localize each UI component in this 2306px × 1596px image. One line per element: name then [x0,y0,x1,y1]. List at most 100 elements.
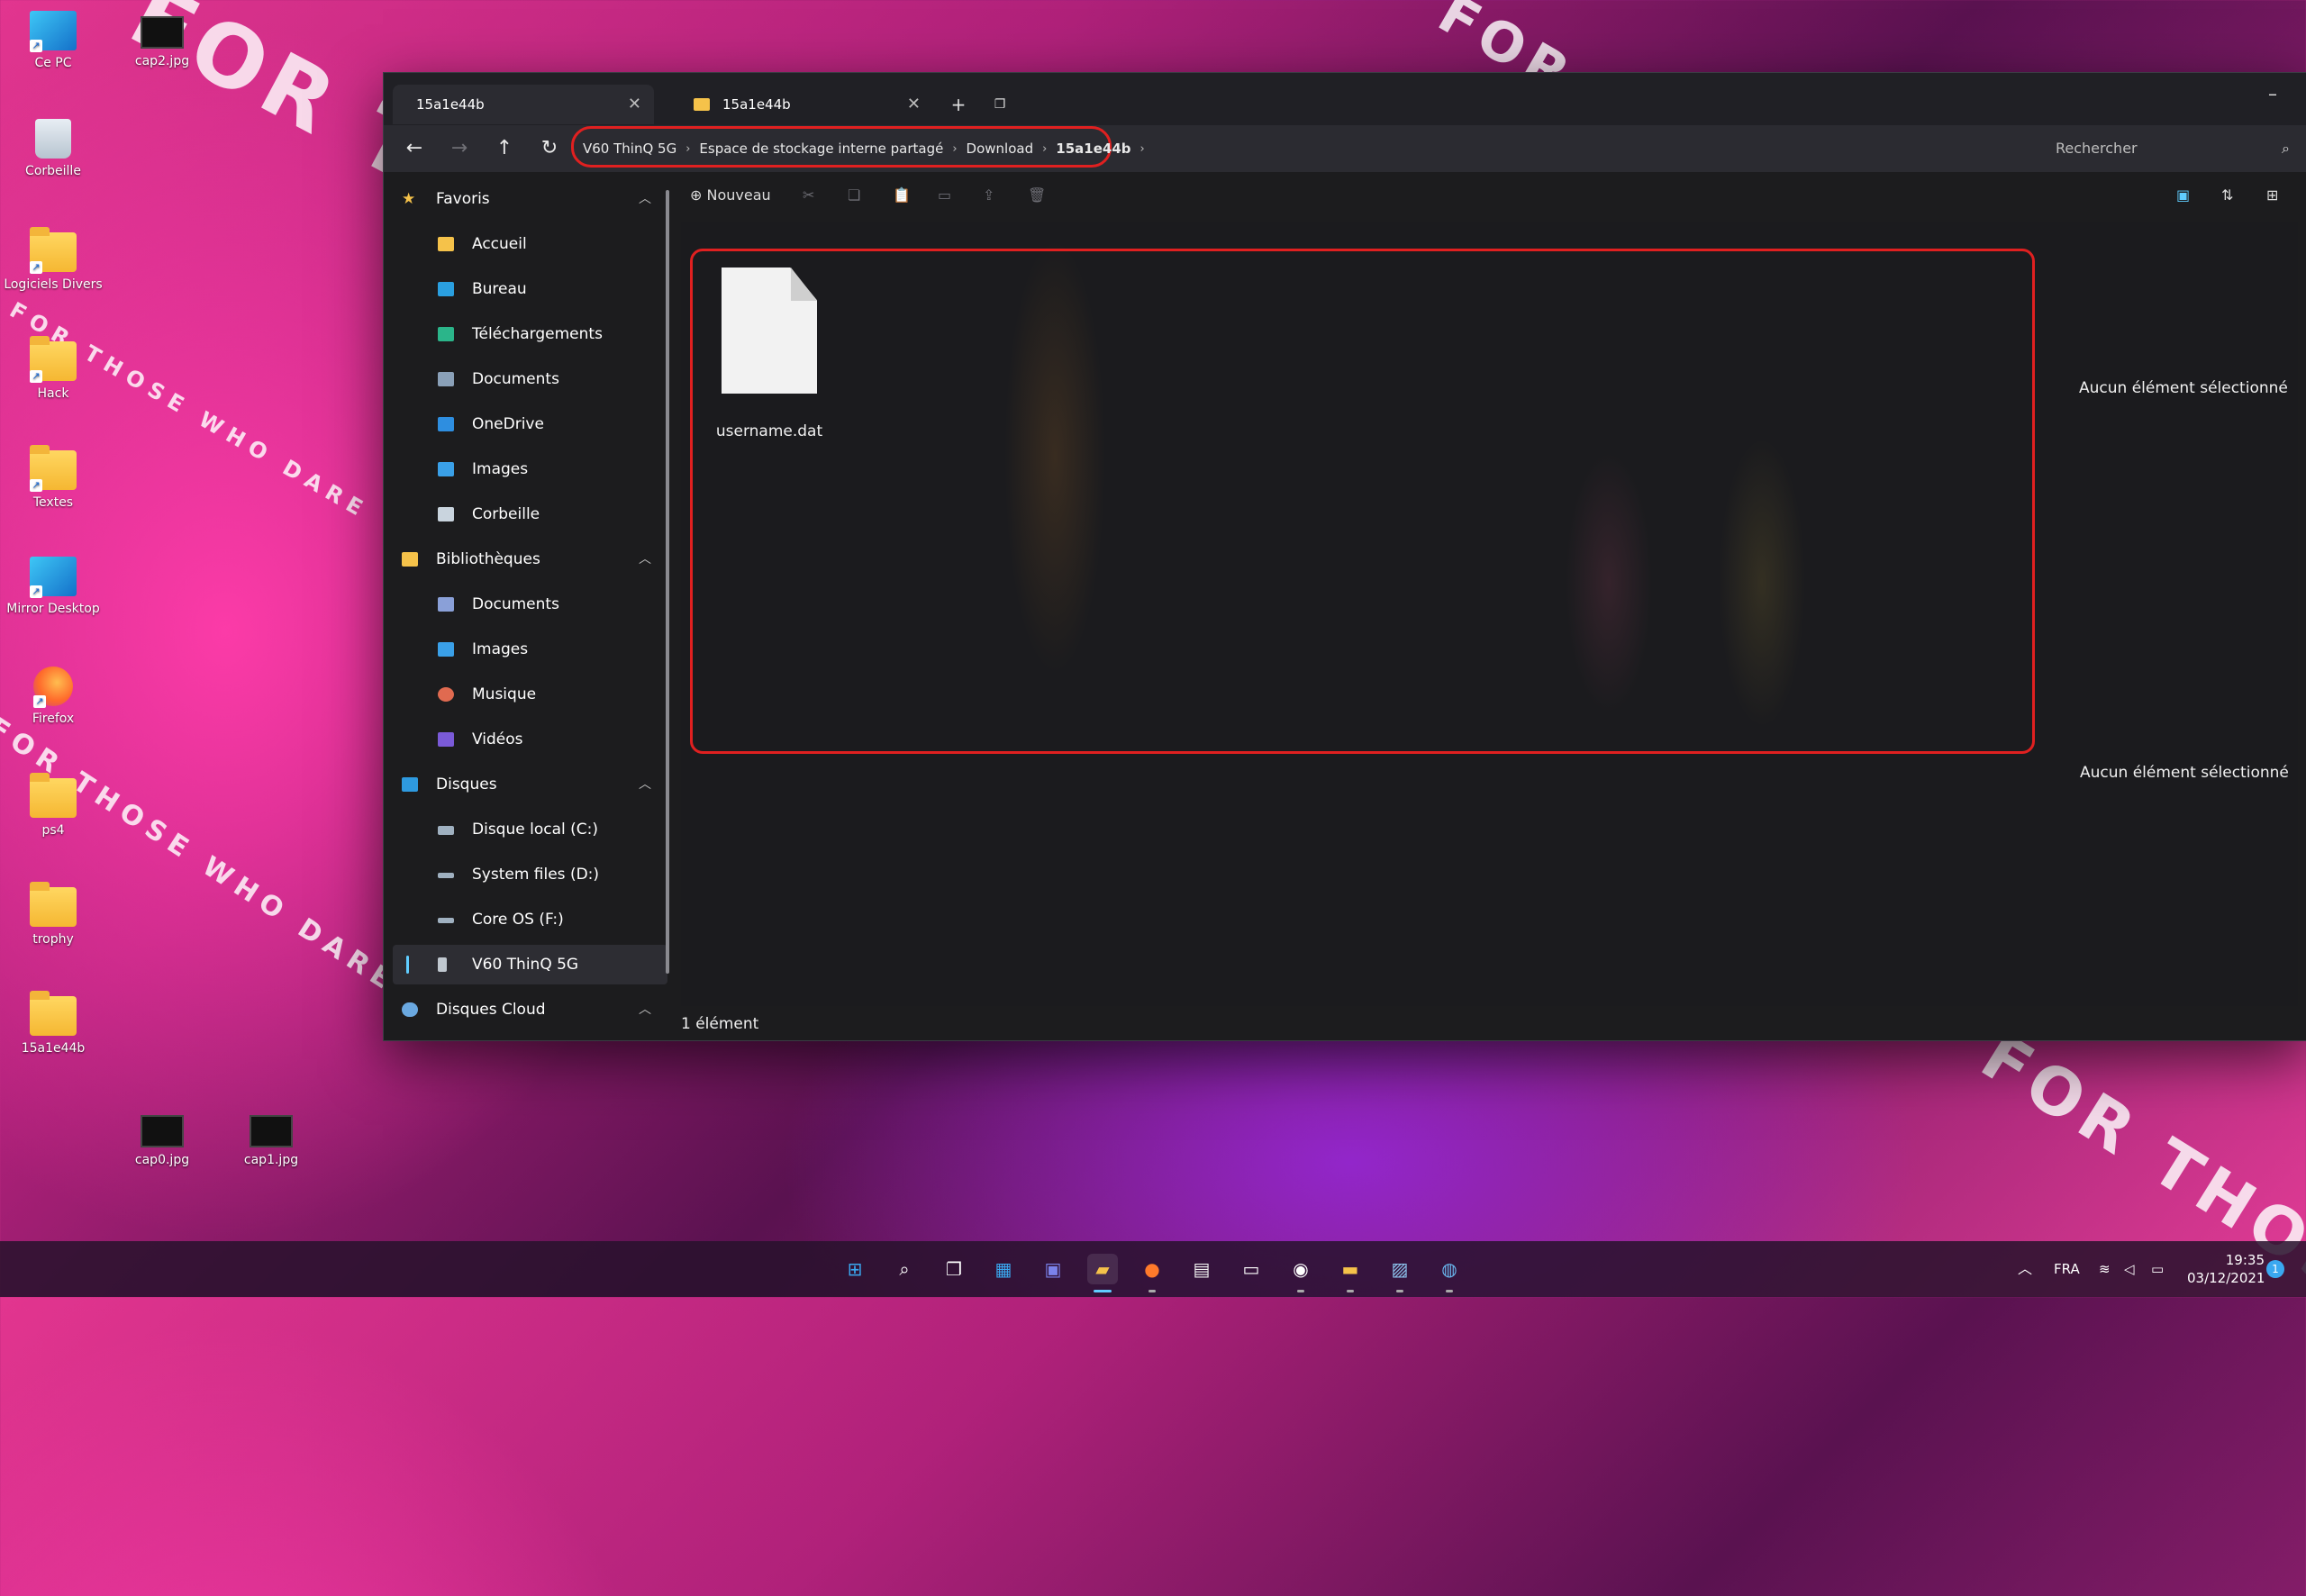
duplicate-tab-icon[interactable]: ❐ [985,89,1015,120]
sidebar-item-label: Documents [472,370,559,388]
desktop-icon-firefox[interactable]: ↗ Firefox [4,667,103,726]
sidebar-item-images[interactable]: Images [384,449,667,489]
details-pane-text: Aucun élément sélectionné [2079,379,2288,397]
desktop-icon-ce-pc[interactable]: ↗ Ce PC [4,11,103,70]
firefox-icon[interactable]: ● [1137,1254,1167,1284]
paste-icon[interactable]: 📋 [893,186,911,204]
desktop-icon-mirror-desktop[interactable]: ↗ Mirror Desktop [4,557,103,616]
recycle-bin-icon [438,507,454,521]
desktop-icon-logiciels-divers[interactable]: ↗ Logiciels Divers [4,227,103,292]
battery-icon[interactable]: ▭ [2151,1241,2164,1297]
tab-15a1e44b-active[interactable]: 15a1e44b ✕ [393,85,654,124]
remote-desktop-icon[interactable]: ▨ [1385,1254,1415,1284]
forward-arrow-icon[interactable]: → [443,132,476,165]
sidebar-group-bibliotheques[interactable]: Bibliothèques ︿ [384,540,667,579]
sidebar-group-favoris[interactable]: ★ Favoris ︿ [384,179,667,219]
sidebar-item-documents[interactable]: Documents [384,359,667,399]
running-indicator [1347,1290,1354,1292]
sidebar-group-disques-cloud[interactable]: Disques Cloud ︿ [384,990,667,1029]
search-input[interactable]: Rechercher ⌕ [2041,132,2302,165]
chevron-up-icon: ︿ [639,1002,651,1017]
sidebar-item-lib-images[interactable]: Images [384,630,667,669]
sidebar-item-disk-c[interactable]: Disque local (C:) [384,810,667,849]
desktop-icon-label: ps4 [41,823,65,838]
close-tab-icon[interactable]: ✕ [628,85,641,124]
breadcrumb-item[interactable]: Download [961,141,1040,157]
desktop-icon-corbeille[interactable]: Corbeille [4,119,103,178]
sidebar-item-lib-musique[interactable]: Musique [384,675,667,714]
sidebar-scrollbar[interactable] [666,190,669,974]
share-icon[interactable]: ⇪ [983,186,994,204]
clock[interactable]: 19:35 03/12/2021 [2187,1251,2265,1287]
task-view-icon[interactable]: ❐ [939,1254,969,1284]
sidebar-item-disk-d[interactable]: System files (D:) [384,855,667,894]
breadcrumb-item[interactable]: Espace de stockage interne partagé [694,141,949,157]
desktop-icon-hack[interactable]: ↗ Hack [4,336,103,401]
notification-badge[interactable]: 1 [2266,1260,2284,1278]
breadcrumb-item[interactable]: 15a1e44b [1050,141,1136,157]
network-globe-icon[interactable]: ◍ [1434,1254,1465,1284]
sidebar-item-v60-thinq[interactable]: V60 ThinQ 5G [393,945,667,984]
terminal-icon[interactable]: ▭ [1236,1254,1266,1284]
sidebar-item-telechargements[interactable]: Téléchargements [384,314,667,354]
sidebar-item-accueil[interactable]: Accueil [384,224,667,264]
sidebar-group-label: Disques [436,775,497,793]
folder-icon[interactable]: ▬ [1335,1254,1366,1284]
desktop-icon-cap1[interactable]: cap1.jpg [222,1115,321,1167]
refresh-icon[interactable]: ↻ [533,132,566,165]
tab-15a1e44b[interactable]: 15a1e44b ✕ [672,85,933,124]
start-icon[interactable]: ⊞ [840,1254,870,1284]
this-pc-icon [402,777,418,792]
desktop-icon-ps4[interactable]: ps4 [4,773,103,838]
widgets-icon[interactable]: ▦ [988,1254,1019,1284]
delete-icon[interactable]: 🗑 [1028,186,1046,204]
view-options-icon[interactable]: ⊞ [2266,186,2278,204]
sort-icon[interactable]: ⇅ [2221,186,2233,204]
new-button[interactable]: ⊕ Nouveau [690,186,771,204]
sidebar-item-bureau[interactable]: Bureau [384,269,667,309]
chat-icon[interactable]: ▣ [1038,1254,1068,1284]
back-arrow-icon[interactable]: ← [398,132,431,165]
chevron-up-icon: ︿ [639,777,651,792]
sidebar-group-label: Bibliothèques [436,550,540,568]
sidebar-item-disk-f[interactable]: Core OS (F:) [384,900,667,939]
copy-icon[interactable]: ❏ [848,186,860,204]
desktop-icon-cap2[interactable]: cap2.jpg [113,16,212,68]
navigation-pane: ★ Favoris ︿ Accueil Bureau Téléchargemen… [384,172,667,1040]
details-pane-icon[interactable]: ▣ [2176,186,2190,204]
status-bar-count: 1 élément [681,1015,759,1033]
desktop-icon-label: cap2.jpg [134,54,190,68]
volume-icon[interactable]: ◁ [2124,1241,2135,1297]
sidebar-item-label: Bureau [472,280,527,298]
breadcrumb-item[interactable]: V60 ThinQ 5G [577,141,682,157]
cut-icon[interactable]: ✂ [803,186,814,204]
desktop-icon-textes[interactable]: ↗ Textes [4,445,103,510]
desktop-icon-trophy[interactable]: trophy [4,882,103,947]
sidebar-group-disques[interactable]: Disques ︿ [384,765,667,804]
chevron-up-icon[interactable]: ︿ [2018,1241,2032,1297]
new-tab-button[interactable]: + [943,89,974,120]
chevron-right-icon[interactable]: › [1137,142,1148,156]
sidebar-item-lib-videos[interactable]: Vidéos [384,720,667,759]
sidebar-item-lib-documents[interactable]: Documents [384,585,667,624]
minimize-button[interactable]: – [2257,78,2288,109]
running-indicator [1396,1290,1403,1292]
address-bar-row: ← → ↑ ↻ V60 ThinQ 5G › Espace de stockage… [384,125,2306,172]
close-tab-icon[interactable]: ✕ [907,85,921,124]
language-indicator[interactable]: FRA [2054,1241,2080,1297]
search-icon[interactable]: ⌕ [889,1254,920,1284]
media-icon[interactable]: ◉ [1285,1254,1316,1284]
file-explorer-icon[interactable]: ▰ [1087,1254,1118,1284]
file-name[interactable]: username.dat [704,422,835,440]
folder-icon: ↗ [30,336,77,383]
desktop-icon-cap0[interactable]: cap0.jpg [113,1115,212,1167]
rename-icon[interactable]: ▭ [938,186,951,204]
sidebar-item-label: Musique [472,685,537,703]
store-icon[interactable]: ▤ [1186,1254,1217,1284]
wifi-icon[interactable]: ≋ [2099,1241,2111,1297]
desktop-icon-15a1e44b[interactable]: 15a1e44b [4,991,103,1056]
sidebar-item-corbeille[interactable]: Corbeille [384,494,667,534]
folder-icon [694,98,710,111]
sidebar-item-onedrive[interactable]: OneDrive [384,404,667,444]
up-arrow-icon[interactable]: ↑ [488,132,521,165]
